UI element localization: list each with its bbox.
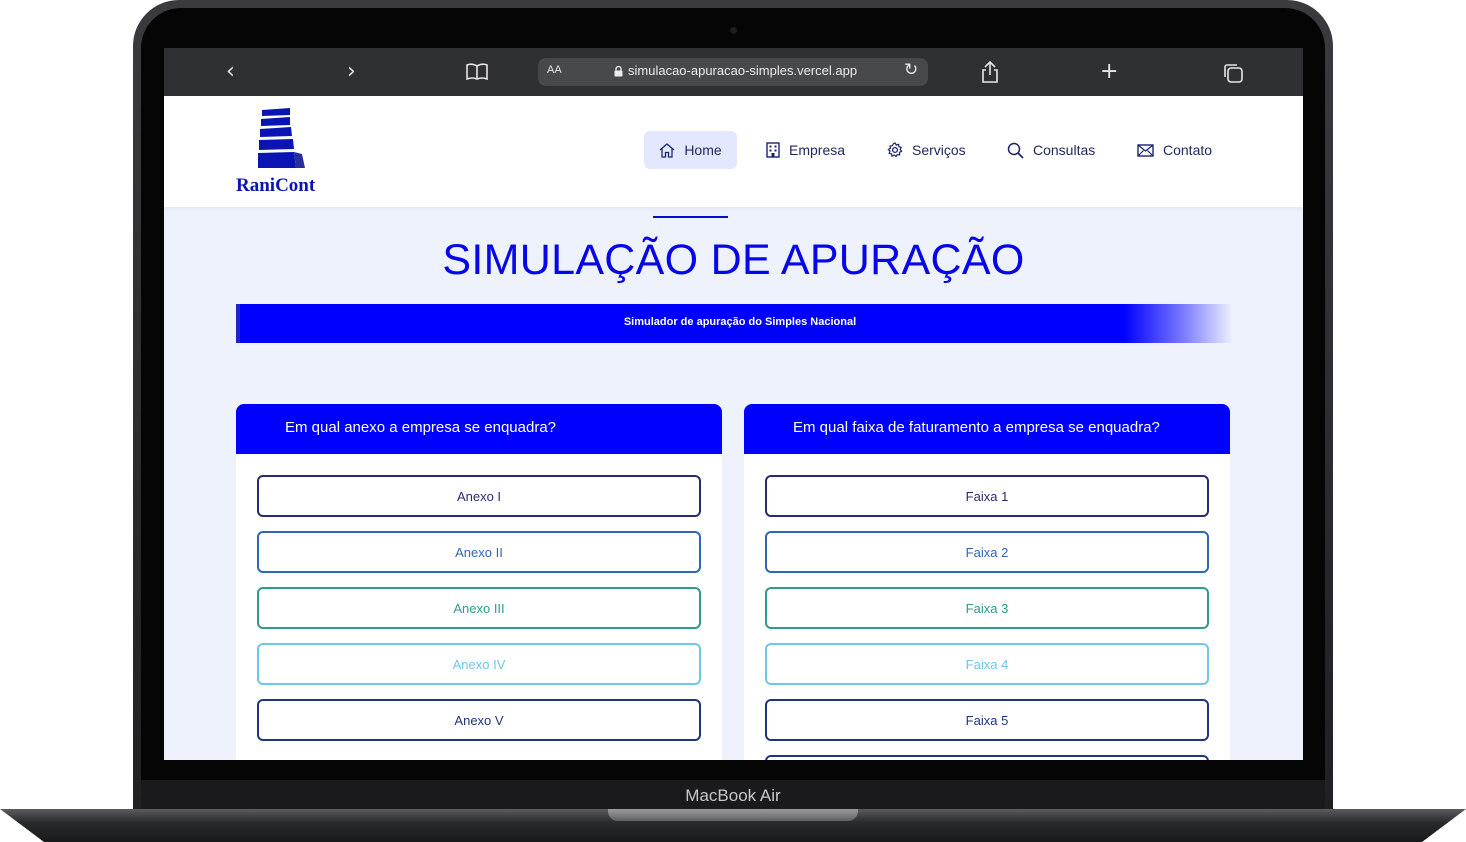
- reader-button[interactable]: AA: [547, 64, 562, 76]
- back-icon[interactable]: ‹: [226, 59, 235, 85]
- camera: [730, 27, 737, 34]
- option-faixa-2[interactable]: Faixa 2: [765, 531, 1209, 573]
- subtitle-banner: Simulador de apuração do Simples Naciona…: [236, 304, 1233, 343]
- home-icon: [659, 142, 675, 158]
- forward-icon[interactable]: ›: [347, 59, 356, 85]
- banner-text: Simulador de apuração do Simples Naciona…: [623, 316, 857, 328]
- nav-servicos[interactable]: Serviços: [887, 131, 966, 169]
- option-faixa-6-partial[interactable]: [765, 755, 1209, 760]
- option-faixa-1[interactable]: Faixa 1: [765, 475, 1209, 517]
- option-anexo-3[interactable]: Anexo III: [257, 587, 701, 629]
- browser-screen: ‹ › AA simulacao-apuracao-simples.vercel…: [164, 48, 1303, 760]
- nav-consultas[interactable]: Consultas: [1007, 131, 1095, 169]
- site-header: RaniCont Home Empresa Serviços Consultas…: [164, 96, 1303, 218]
- gear-icon: [887, 142, 903, 158]
- tabs-icon[interactable]: [1222, 62, 1244, 84]
- lock-icon: [614, 66, 623, 77]
- new-tab-icon[interactable]: +: [1100, 59, 1118, 85]
- option-faixa-3[interactable]: Faixa 3: [765, 587, 1209, 629]
- option-anexo-5[interactable]: Anexo V: [257, 699, 701, 741]
- option-anexo-4[interactable]: Anexo IV: [257, 643, 701, 685]
- option-faixa-4[interactable]: Faixa 4: [765, 643, 1209, 685]
- nav-active-indicator: [653, 216, 728, 218]
- url-text: simulacao-apuracao-simples.vercel.app: [628, 63, 858, 78]
- nav-empresa-label: Empresa: [789, 142, 846, 158]
- reload-icon[interactable]: ↻: [904, 60, 918, 80]
- device-label: MacBook Air: [685, 786, 781, 805]
- option-anexo-2[interactable]: Anexo II: [257, 531, 701, 573]
- address-bar[interactable]: AA simulacao-apuracao-simples.vercel.app…: [538, 58, 928, 86]
- faixa-card-title: Em qual faixa de faturamento a empresa s…: [793, 419, 1160, 436]
- anexo-card-header: Em qual anexo a empresa se enquadra?: [236, 404, 722, 454]
- mail-icon: [1137, 143, 1154, 157]
- bookmarks-icon[interactable]: [465, 63, 489, 81]
- nav-servicos-label: Serviços: [912, 142, 966, 158]
- building-icon: [766, 142, 780, 158]
- nav-contato[interactable]: Contato: [1137, 131, 1212, 169]
- nav-consultas-label: Consultas: [1033, 142, 1096, 158]
- search-icon: [1007, 142, 1024, 159]
- laptop-notch: [608, 809, 858, 821]
- faixa-card: Em qual faixa de faturamento a empresa s…: [744, 404, 1230, 760]
- faixa-card-header: Em qual faixa de faturamento a empresa s…: [744, 404, 1230, 454]
- share-icon[interactable]: [980, 60, 1000, 84]
- nav-empresa[interactable]: Empresa: [766, 131, 845, 169]
- page-title: SIMULAÇÃO DE APURAÇÃO: [442, 236, 1025, 284]
- nav-home-label: Home: [684, 142, 722, 158]
- nav-contato-label: Contato: [1163, 142, 1213, 158]
- anexo-card-title: Em qual anexo a empresa se enquadra?: [285, 419, 557, 436]
- option-faixa-5[interactable]: Faixa 5: [765, 699, 1209, 741]
- nav-home[interactable]: Home: [644, 131, 737, 169]
- logo-text[interactable]: RaniCont: [236, 175, 315, 197]
- anexo-card: Em qual anexo a empresa se enquadra? Ane…: [236, 404, 722, 760]
- logo-building-icon[interactable]: [256, 108, 308, 170]
- browser-toolbar: ‹ › AA simulacao-apuracao-simples.vercel…: [164, 48, 1303, 96]
- option-anexo-1[interactable]: Anexo I: [257, 475, 701, 517]
